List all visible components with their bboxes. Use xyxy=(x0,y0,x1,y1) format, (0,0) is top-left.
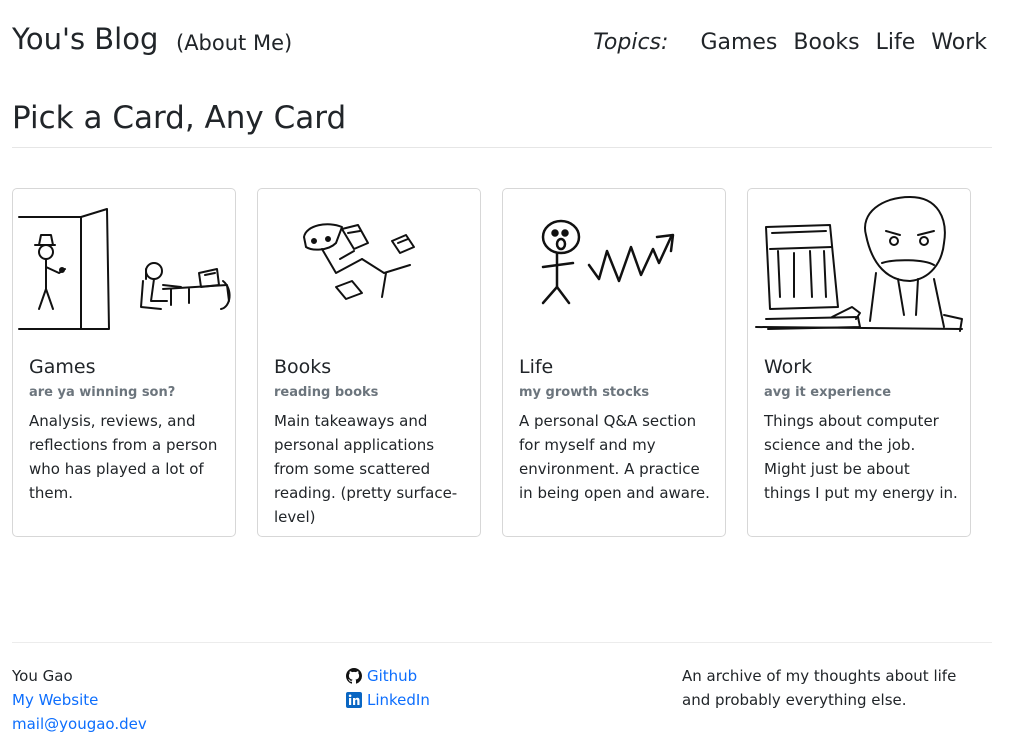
nav-link-games[interactable]: Games xyxy=(700,30,777,55)
page-title: Pick a Card, Any Card xyxy=(12,100,347,136)
card-subtitle: reading books xyxy=(274,385,379,400)
card-subtitle: my growth stocks xyxy=(519,385,650,400)
email-link[interactable]: mail@yougao.dev xyxy=(12,712,312,736)
card-books[interactable]: Books reading books Main takeaways and p… xyxy=(257,188,481,537)
linkedin-label: LinkedIn xyxy=(367,691,430,709)
card-subtitle: are ya winning son? xyxy=(29,385,176,400)
nav-link-life[interactable]: Life xyxy=(876,30,916,55)
footer-about: An archive of my thoughts about life and… xyxy=(682,664,982,712)
about-me-link[interactable]: (About Me) xyxy=(176,31,292,55)
github-link[interactable]: Github xyxy=(346,664,646,688)
footer-description: An archive of my thoughts about life and… xyxy=(682,667,957,709)
github-icon xyxy=(346,668,362,684)
books-doodle-image xyxy=(258,189,480,339)
site-header: You's Blog (About Me) Topics: Games Book… xyxy=(12,22,987,66)
card-title: Games xyxy=(29,356,96,378)
nav-link-work[interactable]: Work xyxy=(931,30,987,55)
work-doodle-image xyxy=(748,189,970,339)
life-doodle-image xyxy=(503,189,725,339)
card-title: Work xyxy=(764,356,813,378)
github-label: Github xyxy=(367,667,418,685)
nav-link-books[interactable]: Books xyxy=(793,30,859,55)
my-website-link[interactable]: My Website xyxy=(12,688,312,712)
card-text: Things about computer science and the jo… xyxy=(764,412,958,502)
topics-label: Topics: xyxy=(593,30,669,55)
card-work[interactable]: Work avg it experience Things about comp… xyxy=(747,188,971,537)
footer-contact: You Gao My Website mail@yougao.dev xyxy=(12,664,312,736)
card-life[interactable]: Life my growth stocks A personal Q&A sec… xyxy=(502,188,726,537)
linkedin-icon xyxy=(346,692,362,708)
footer-social: Github LinkedIn xyxy=(346,664,646,712)
brand-link[interactable]: You's Blog xyxy=(12,22,158,56)
card-title: Life xyxy=(519,356,554,378)
card-text: A personal Q&A section for myself and my… xyxy=(519,412,710,502)
card-title: Books xyxy=(274,356,332,378)
games-doodle-image xyxy=(13,189,235,339)
title-divider xyxy=(12,147,992,148)
card-text: Main takeaways and personal applications… xyxy=(274,412,458,526)
card-subtitle: avg it experience xyxy=(764,385,892,400)
topics-nav: Topics: Games Books Life Work xyxy=(593,30,987,55)
card-text: Analysis, reviews, and reflections from … xyxy=(29,412,218,502)
footer-divider xyxy=(12,642,992,643)
card-games[interactable]: Games are ya winning son? Analysis, revi… xyxy=(12,188,236,537)
linkedin-link[interactable]: LinkedIn xyxy=(346,688,646,712)
footer-author-name: You Gao xyxy=(12,667,73,685)
